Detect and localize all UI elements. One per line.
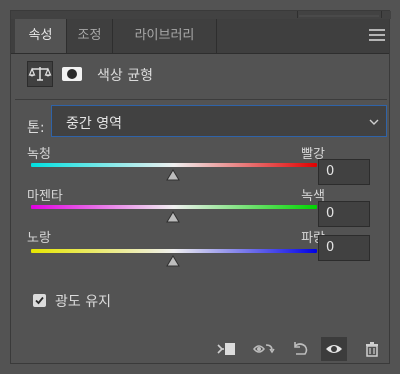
- tone-dropdown[interactable]: 중간 영역: [51, 105, 387, 137]
- trash-icon[interactable]: [359, 337, 385, 361]
- tab-properties[interactable]: 속성: [15, 19, 67, 53]
- cyan-red-value-input[interactable]: 0: [318, 159, 370, 185]
- magenta-green-thumb[interactable]: [165, 211, 181, 223]
- panel-menu-icon[interactable]: [369, 29, 385, 43]
- tone-selected-value: 중간 영역: [66, 116, 122, 132]
- cyan-red-thumb[interactable]: [165, 169, 181, 181]
- header-divider: [15, 99, 387, 100]
- cyan-red-track[interactable]: [31, 163, 317, 167]
- yellow-blue-track[interactable]: [31, 249, 317, 253]
- clip-to-layer-icon[interactable]: [213, 337, 239, 361]
- slider-left-label: 마젠타: [27, 189, 63, 204]
- slider-left-label: 노랑: [27, 231, 51, 246]
- preserve-luminosity-row[interactable]: 광도 유지: [33, 291, 233, 311]
- tone-label: 톤:: [27, 120, 45, 136]
- panel-window-controls-icon[interactable]: [297, 11, 383, 18]
- properties-panel: 속성 조정 라이브러리 색상 균형 톤: 중간 영역 녹청 빨강 0 마젠타 녹…: [10, 10, 391, 364]
- visibility-eye-icon[interactable]: [321, 337, 347, 361]
- panel-bottom-toolbar: [11, 333, 389, 364]
- preserve-luminosity-checkbox[interactable]: [33, 294, 46, 307]
- tab-adjustments[interactable]: 조정: [67, 19, 113, 53]
- panel-top-strip: [11, 11, 391, 19]
- slider-left-label: 녹청: [27, 147, 51, 162]
- tab-libraries[interactable]: 라이브러리: [113, 19, 217, 53]
- panel-tab-bar: 속성 조정 라이브러리: [11, 19, 389, 54]
- adjustment-header: 색상 균형: [27, 61, 387, 91]
- adjustment-title: 색상 균형: [97, 68, 153, 84]
- balance-scale-icon[interactable]: [27, 61, 53, 87]
- checkmark-icon: [35, 296, 44, 305]
- magenta-green-track[interactable]: [31, 205, 317, 209]
- yellow-blue-value-input[interactable]: 0: [318, 235, 370, 261]
- magenta-green-value-input[interactable]: 0: [318, 201, 370, 227]
- preserve-luminosity-label: 광도 유지: [55, 294, 111, 310]
- yellow-blue-thumb[interactable]: [165, 255, 181, 267]
- view-previous-state-icon[interactable]: [251, 337, 277, 361]
- layer-mask-icon[interactable]: [59, 61, 85, 87]
- reset-icon[interactable]: [287, 337, 313, 361]
- chevron-down-icon: [369, 119, 379, 125]
